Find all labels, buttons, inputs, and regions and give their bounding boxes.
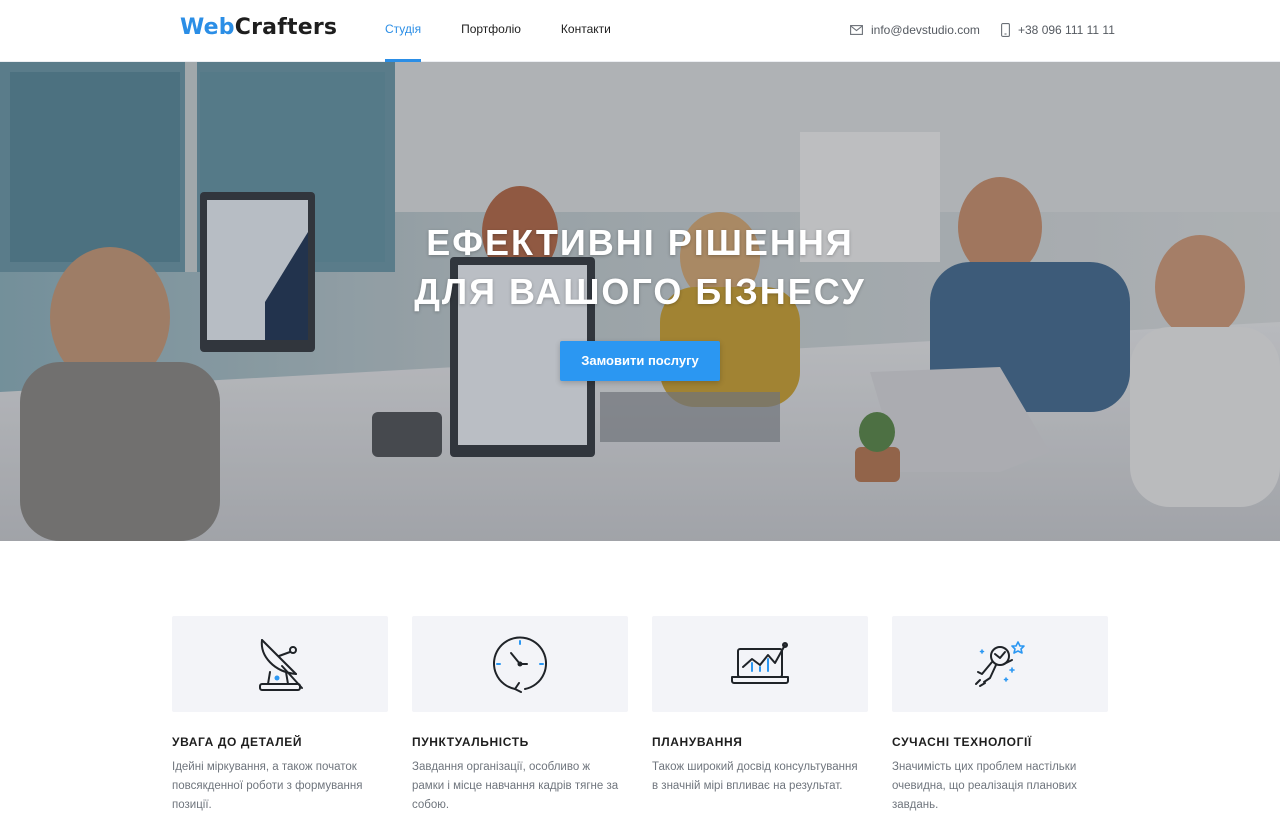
nav-item-contacts[interactable]: Контакти xyxy=(561,0,611,62)
astronaut-icon xyxy=(975,641,1025,687)
satellite-dish-icon xyxy=(259,639,303,691)
logo-part-web: Web xyxy=(180,15,235,40)
feature-card: УВАГА ДО ДЕТАЛЕЙ Ідейні міркування, а та… xyxy=(172,616,388,815)
feature-title: ПУНКТУАЛЬНІСТЬ xyxy=(412,735,529,749)
feature-icon-box xyxy=(172,616,388,712)
nav-item-portfolio[interactable]: Портфоліо xyxy=(461,0,521,62)
feature-text: Значимість цих проблем настільки очевидн… xyxy=(892,761,1077,811)
hero-title-line2: ДЛЯ ВАШОГО БІЗНЕСУ xyxy=(414,271,866,312)
clock-icon xyxy=(493,636,547,693)
feature-text: Також широкий досвід консультування в зн… xyxy=(652,761,858,792)
feature-icon-box xyxy=(652,616,868,712)
site-header: WebCrafters Студія Портфоліо Контакти in… xyxy=(0,0,1280,62)
feature-text: Ідейні міркування, а також початок повся… xyxy=(172,761,363,811)
email-text: info@devstudio.com xyxy=(871,23,980,37)
feature-title: УВАГА ДО ДЕТАЛЕЙ xyxy=(172,735,303,749)
feature-title: ПЛАНУВАННЯ xyxy=(652,735,743,749)
phone-icon xyxy=(1001,23,1010,37)
main-nav: Студія Портфоліо Контакти xyxy=(385,0,651,62)
hero-title: ЕФЕКТИВНІ РІШЕННЯ ДЛЯ ВАШОГО БІЗНЕСУ xyxy=(0,218,1280,316)
feature-card: СУЧАСНІ ТЕХНОЛОГІЇ Значимість цих пробле… xyxy=(892,616,1108,815)
feature-card: ПУНКТУАЛЬНІСТЬ Завдання організації, осо… xyxy=(412,616,628,815)
nav-item-studio[interactable]: Студія xyxy=(385,0,422,62)
feature-icon-box xyxy=(412,616,628,712)
feature-title: СУЧАСНІ ТЕХНОЛОГІЇ xyxy=(892,735,1032,749)
laptop-chart-icon xyxy=(731,642,789,684)
features-section: УВАГА ДО ДЕТАЛЕЙ Ідейні міркування, а та… xyxy=(172,616,1108,815)
envelope-icon xyxy=(850,25,863,35)
phone-text: +38 096 111 11 11 xyxy=(1018,23,1115,37)
hero-title-line1: ЕФЕКТИВНІ РІШЕННЯ xyxy=(426,222,854,263)
header-phone[interactable]: +38 096 111 11 11 xyxy=(1001,22,1115,38)
order-service-button[interactable]: Замовити послугу xyxy=(560,341,720,381)
logo[interactable]: WebCrafters xyxy=(180,15,337,40)
feature-text: Завдання організації, особливо ж рамки і… xyxy=(412,761,619,811)
logo-part-crafters: Crafters xyxy=(234,15,338,40)
feature-icon-box xyxy=(892,616,1108,712)
hero-banner: ЕФЕКТИВНІ РІШЕННЯ ДЛЯ ВАШОГО БІЗНЕСУ Зам… xyxy=(0,62,1280,541)
header-email[interactable]: info@devstudio.com xyxy=(850,22,980,38)
feature-card: ПЛАНУВАННЯ Також широкий досвід консульт… xyxy=(652,616,868,815)
